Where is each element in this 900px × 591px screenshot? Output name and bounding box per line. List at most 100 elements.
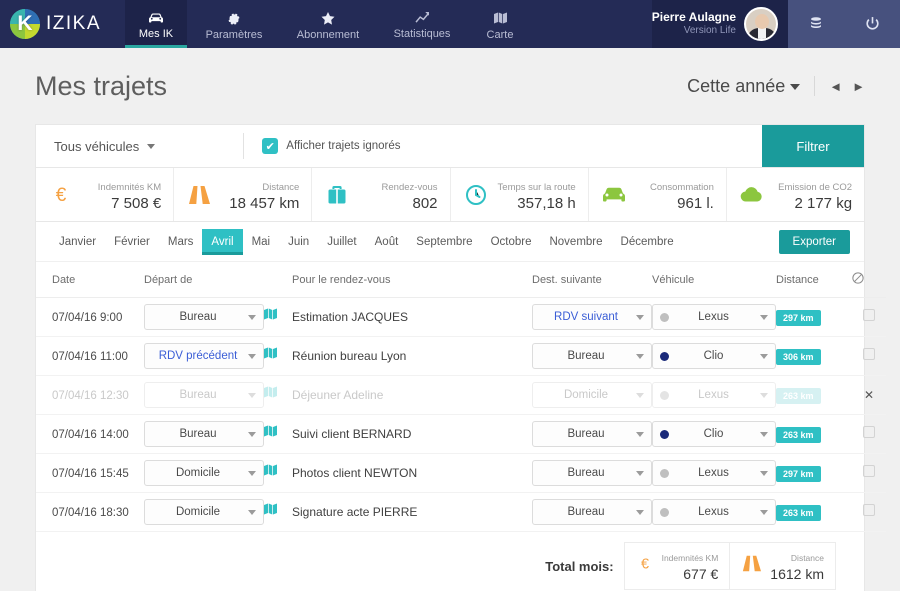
tab-septembre[interactable]: Septembre [407, 229, 481, 255]
database-icon[interactable] [788, 0, 844, 48]
chevron-down-icon [760, 510, 768, 515]
tab-juin[interactable]: Juin [279, 229, 318, 255]
depart-select[interactable]: Bureau [144, 304, 264, 330]
period-controls: Cette année ◄ ► [687, 76, 865, 97]
chart-icon [415, 12, 430, 24]
brand-logo[interactable]: K IZIKA [0, 0, 125, 48]
power-icon[interactable] [844, 0, 900, 48]
depart-select[interactable]: Bureau [144, 421, 264, 447]
road-icon [741, 554, 762, 578]
tab-juillet[interactable]: Juillet [318, 229, 365, 255]
tab-decembre[interactable]: Décembre [612, 229, 683, 255]
vehicle-filter-select[interactable]: Tous véhicules [36, 139, 173, 154]
nav-item-abonnement[interactable]: Abonnement [281, 0, 375, 48]
map-icon [494, 12, 507, 25]
depart-select[interactable]: Bureau [144, 382, 264, 408]
nav-item-mes-ik[interactable]: Mes IK [125, 0, 187, 48]
filter-button[interactable]: Filtrer [762, 125, 864, 167]
next-period-button[interactable]: ► [852, 79, 865, 94]
tab-novembre[interactable]: Novembre [540, 229, 611, 255]
vehicle-select[interactable]: Lexus [652, 382, 776, 408]
show-ignored-checkbox[interactable]: ✔ Afficher trajets ignorés [262, 138, 400, 154]
depart-select[interactable]: Domicile [144, 460, 264, 486]
map-icon[interactable] [264, 386, 277, 403]
map-icon[interactable] [264, 308, 277, 325]
stat-label: Indemnités KM [98, 182, 161, 193]
tab-avril[interactable]: Avril [202, 229, 242, 255]
vehicle-select[interactable]: Clio [652, 421, 776, 447]
tab-octobre[interactable]: Octobre [482, 229, 541, 255]
tab-mars[interactable]: Mars [159, 229, 203, 255]
map-icon[interactable] [264, 425, 277, 442]
tab-janvier[interactable]: Janvier [50, 229, 105, 255]
destination-select[interactable]: Bureau [532, 460, 652, 486]
total-distance: Distance 1612 km [730, 543, 835, 589]
tab-aout[interactable]: Août [366, 229, 408, 255]
nav-item-statistiques[interactable]: Statistiques [375, 0, 469, 48]
ignore-checkbox[interactable] [863, 348, 875, 360]
stat-label: Rendez-vous [382, 182, 438, 193]
nav-label-mes-ik: Mes IK [139, 28, 173, 40]
nav-label-carte: Carte [487, 29, 514, 41]
chevron-down-icon [760, 471, 768, 476]
ignore-checkbox[interactable] [863, 309, 875, 321]
col-date: Date [36, 262, 144, 298]
vehicle-select[interactable]: Clio [652, 343, 776, 369]
table-row: 07/04/16 18:30 Domicile Signature acte P… [36, 493, 886, 532]
ignore-checkbox-checked-icon[interactable]: ✕ [864, 388, 874, 402]
stat-consommation: Consommation 961 l. [589, 168, 727, 221]
ignore-checkbox[interactable] [863, 465, 875, 477]
destination-select[interactable]: Bureau [532, 343, 652, 369]
depart-select[interactable]: Domicile [144, 499, 264, 525]
col-map [264, 262, 292, 298]
car2-icon [601, 182, 627, 208]
map-icon[interactable] [264, 503, 277, 520]
trip-purpose: Signature acte PIERRE [292, 505, 417, 519]
vehicle-value: Lexus [671, 467, 756, 479]
trip-purpose: Réunion bureau Lyon [292, 349, 406, 363]
trip-date: 07/04/16 11:00 [52, 351, 128, 363]
destination-value: Bureau [540, 428, 632, 440]
chevron-down-icon [248, 354, 256, 359]
user-menu[interactable]: Pierre Aulagne Version Life [652, 0, 788, 48]
distance-badge: 297 km [776, 466, 821, 482]
vehicle-color-dot [660, 469, 669, 478]
vehicle-color-dot [660, 430, 669, 439]
destination-select[interactable]: RDV suivant [532, 304, 652, 330]
total-cell-value: 1612 km [770, 566, 824, 582]
map-icon[interactable] [264, 464, 277, 481]
export-button[interactable]: Exporter [779, 230, 850, 254]
prev-period-button[interactable]: ◄ [829, 79, 842, 94]
ignore-checkbox[interactable] [863, 504, 875, 516]
divider [243, 133, 244, 159]
trip-date: 07/04/16 18:30 [52, 507, 129, 519]
destination-select[interactable]: Domicile [532, 382, 652, 408]
stats-summary-bar: € Indemnités KM 7 508 € Distance 18 457 … [35, 168, 865, 222]
stat-text: Rendez-vous 802 [382, 177, 438, 213]
nav-item-carte[interactable]: Carte [469, 0, 531, 48]
show-ignored-label: Afficher trajets ignorés [286, 140, 400, 152]
table-row: 07/04/16 14:00 Bureau Suivi client BERNA… [36, 415, 886, 454]
distance-badge: 263 km [776, 505, 821, 521]
destination-select[interactable]: Bureau [532, 499, 652, 525]
destination-value: Bureau [540, 350, 632, 362]
period-select[interactable]: Cette année [687, 76, 800, 97]
total-boxes: € Indemnités KM 677 € Distance 1612 km [624, 542, 836, 590]
chevron-down-icon [760, 393, 768, 398]
vehicle-select[interactable]: Lexus [652, 304, 776, 330]
col-depart: Départ de [144, 262, 264, 298]
stat-value: 357,18 h [517, 195, 575, 212]
destination-select[interactable]: Bureau [532, 421, 652, 447]
tab-fevrier[interactable]: Février [105, 229, 159, 255]
nav-label-statistiques: Statistiques [394, 28, 451, 40]
total-label: Total mois: [545, 559, 613, 574]
tab-mai[interactable]: Mai [243, 229, 280, 255]
vehicle-select[interactable]: Lexus [652, 499, 776, 525]
map-icon[interactable] [264, 347, 277, 364]
vehicle-select[interactable]: Lexus [652, 460, 776, 486]
table-row-ignored: 07/04/16 12:30 Bureau Déjeuner Adeline D… [36, 376, 886, 415]
nav-item-parametres[interactable]: Paramètres [187, 0, 281, 48]
avatar[interactable] [744, 7, 778, 41]
ignore-checkbox[interactable] [863, 426, 875, 438]
depart-select[interactable]: RDV précédent [144, 343, 264, 369]
